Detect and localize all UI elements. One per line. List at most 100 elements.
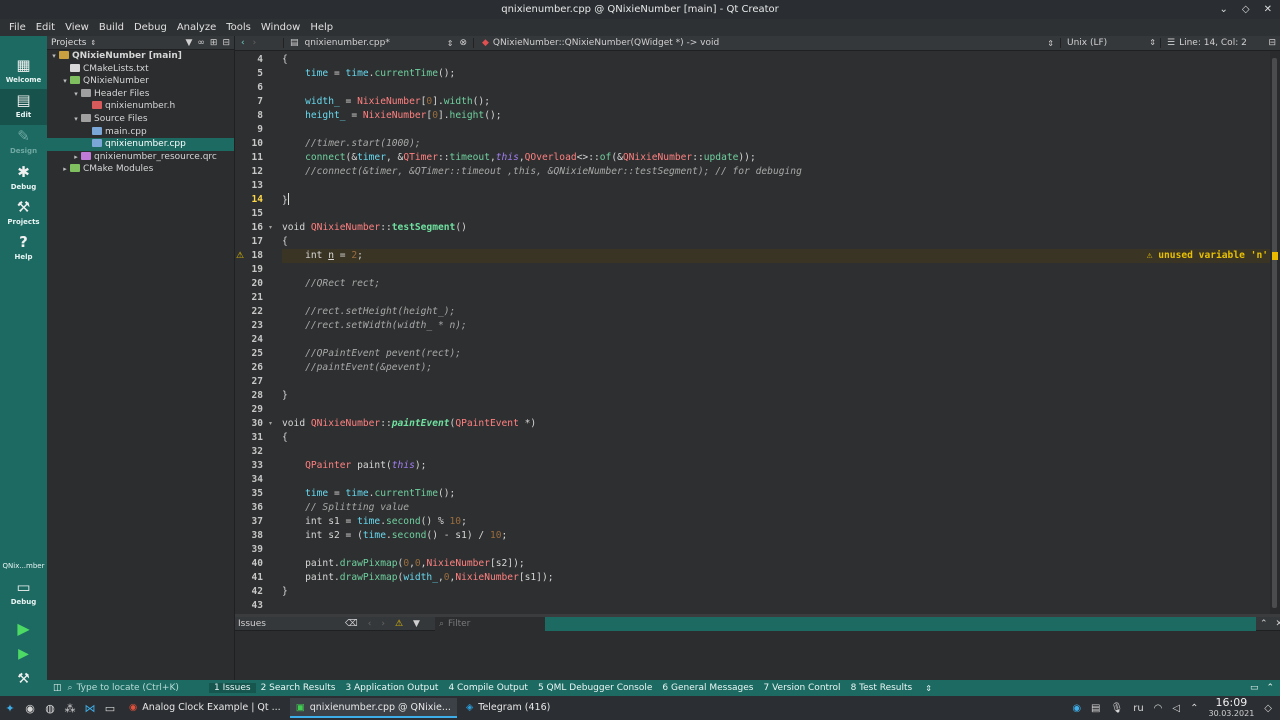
code-line[interactable]: [282, 81, 1270, 95]
code-line[interactable]: [282, 473, 1270, 487]
line-number[interactable]: 29: [235, 403, 263, 417]
minimize-icon[interactable]: ⌄: [1220, 0, 1228, 19]
update-icon[interactable]: ◉: [1072, 703, 1081, 714]
line-number[interactable]: 19: [235, 263, 263, 277]
task-telegram[interactable]: ◈ Telegram (416): [460, 698, 556, 718]
menu-file[interactable]: File: [4, 19, 31, 36]
menu-analyze[interactable]: Analyze: [172, 19, 221, 36]
code-line[interactable]: //timer.start(1000);: [282, 137, 1270, 151]
code-line[interactable]: }: [282, 193, 1270, 207]
code-line[interactable]: }: [282, 389, 1270, 403]
clipboard-icon[interactable]: ▤: [1091, 703, 1100, 714]
show-desktop-icon[interactable]: ◇: [1264, 703, 1272, 714]
mode-projects[interactable]: ⚒ Projects: [0, 196, 47, 232]
issues-filter-input[interactable]: ⌕ Filter: [435, 616, 545, 631]
clean-icon[interactable]: ⌫: [345, 619, 358, 629]
menu-view[interactable]: View: [60, 19, 94, 36]
menu-build[interactable]: Build: [94, 19, 129, 36]
expand-arrow-icon[interactable]: ▸: [71, 151, 81, 164]
app-icon[interactable]: ⁂: [60, 698, 80, 718]
code-line[interactable]: {: [282, 431, 1270, 445]
prev-icon[interactable]: ‹: [368, 619, 372, 629]
code-line[interactable]: width_ = NixieNumber[0].width();: [282, 95, 1270, 109]
maximize-pane-icon[interactable]: ⌃: [1260, 619, 1268, 629]
line-number[interactable]: 40: [235, 557, 263, 571]
back-icon[interactable]: ‹: [241, 38, 245, 48]
line-number[interactable]: 10: [235, 137, 263, 151]
line-number[interactable]: 13: [235, 179, 263, 193]
line-number[interactable]: 38: [235, 529, 263, 543]
tree-item[interactable]: ▾ QNixieNumber: [47, 75, 234, 88]
line-number[interactable]: 5: [235, 67, 263, 81]
mode-design[interactable]: ✎ Design: [0, 125, 47, 161]
line-number[interactable]: 39: [235, 543, 263, 557]
file-dropdown-icon[interactable]: ⇕: [447, 39, 454, 48]
app-launcher-icon[interactable]: ✦: [0, 698, 20, 718]
line-number[interactable]: 33: [235, 459, 263, 473]
locator-input[interactable]: ⌕ Type to locate (Ctrl+K): [68, 682, 188, 694]
menu-tools[interactable]: Tools: [221, 19, 256, 36]
line-number[interactable]: 43: [235, 599, 263, 613]
menu-help[interactable]: Help: [305, 19, 338, 36]
code-line[interactable]: //paintEvent(&pevent);: [282, 361, 1270, 375]
mode-welcome[interactable]: ▦ Welcome: [0, 54, 47, 90]
kit-selector[interactable]: QNix...mber: [0, 556, 47, 576]
dropdown-icon[interactable]: ⇕: [90, 39, 96, 47]
line-number[interactable]: 27: [235, 375, 263, 389]
line-number[interactable]: 30: [235, 417, 263, 431]
progress-icon[interactable]: ▭: [1250, 683, 1259, 693]
code-line[interactable]: [282, 291, 1270, 305]
code-line[interactable]: time = time.currentTime();: [282, 67, 1270, 81]
code-line[interactable]: //QRect rect;: [282, 277, 1270, 291]
tree-item[interactable]: ▾ Source Files: [47, 113, 234, 126]
mode-help[interactable]: ? Help: [0, 231, 47, 267]
expand-arrow-icon[interactable]: ▾: [71, 113, 81, 126]
warning-filter-icon[interactable]: ⚠: [395, 619, 403, 629]
line-number[interactable]: 6: [235, 81, 263, 95]
output-tab[interactable]: 5 QML Debugger Console: [533, 683, 657, 693]
code-editor[interactable]: { time = time.currentTime(); width_ = Ni…: [280, 51, 1270, 614]
line-number[interactable]: 12: [235, 165, 263, 179]
network-icon[interactable]: ◠: [1154, 703, 1163, 714]
volume-icon[interactable]: ◁: [1172, 703, 1180, 714]
tree-item[interactable]: ▸ CMake Modules: [47, 163, 234, 176]
line-number[interactable]: 42: [235, 585, 263, 599]
output-tab[interactable]: 4 Compile Output: [443, 683, 533, 693]
line-number[interactable]: 20: [235, 277, 263, 291]
code-line[interactable]: void QNixieNumber::paintEvent(QPaintEven…: [282, 417, 1270, 431]
link-icon[interactable]: ∞: [197, 38, 205, 48]
code-line[interactable]: [282, 263, 1270, 277]
code-line[interactable]: void QNixieNumber::testSegment(): [282, 221, 1270, 235]
split-icon[interactable]: ⊞: [210, 38, 218, 48]
tree-item[interactable]: main.cpp: [47, 126, 234, 139]
forward-icon[interactable]: ›: [253, 38, 257, 48]
code-line[interactable]: [282, 403, 1270, 417]
code-line[interactable]: time = time.currentTime();: [282, 487, 1270, 501]
tree-item[interactable]: ▾ QNixieNumber [main]: [47, 50, 234, 63]
code-line[interactable]: height_ = NixieNumber[0].height();: [282, 109, 1270, 123]
code-line[interactable]: // Splitting value: [282, 501, 1270, 515]
expand-arrow-icon[interactable]: ▾: [71, 88, 81, 101]
line-number[interactable]: 22: [235, 305, 263, 319]
fold-marker-icon[interactable]: ▾: [269, 221, 272, 235]
close-pane-icon[interactable]: ✕: [1276, 619, 1280, 629]
clock[interactable]: 16:09 30.03.2021: [1208, 697, 1254, 719]
line-number[interactable]: 16: [235, 221, 263, 235]
split-editor-icon[interactable]: ⊟: [1268, 38, 1276, 48]
code-line[interactable]: //connect(&timer, &QTimer::timeout ,this…: [282, 165, 1270, 179]
line-number[interactable]: 23: [235, 319, 263, 333]
output-tab[interactable]: 7 Version Control: [758, 683, 845, 693]
menu-window[interactable]: Window: [256, 19, 305, 36]
close-pane-icon[interactable]: ⊟: [222, 38, 230, 48]
line-number[interactable]: 34: [235, 473, 263, 487]
line-number[interactable]: 21: [235, 291, 263, 305]
line-number[interactable]: 8: [235, 109, 263, 123]
toggle-output-icon[interactable]: ⌃: [1266, 683, 1274, 693]
code-line[interactable]: [282, 543, 1270, 557]
code-line[interactable]: [282, 599, 1270, 613]
line-ending-selector[interactable]: Unix (LF) ⇕: [1060, 38, 1160, 48]
line-number[interactable]: 31: [235, 431, 263, 445]
expand-arrow-icon[interactable]: ▾: [49, 50, 59, 63]
line-number[interactable]: 9: [235, 123, 263, 137]
code-line[interactable]: [282, 179, 1270, 193]
